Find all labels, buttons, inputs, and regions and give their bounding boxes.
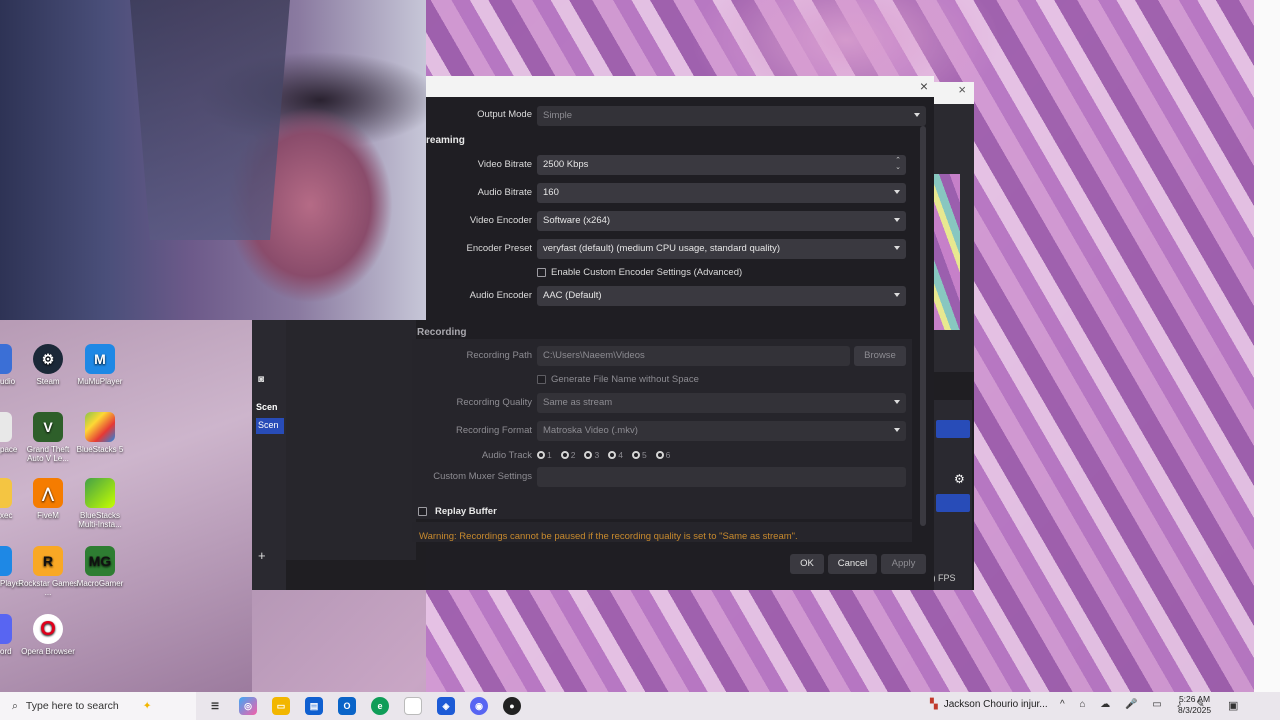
- audio-track-group: 1 2 3 4 5 6: [537, 450, 670, 460]
- bitrate-spinner-icon[interactable]: ⌃ ⌄: [895, 157, 901, 171]
- video-encoder-label: Video Encoder: [469, 215, 532, 226]
- add-scene-icon[interactable]: +: [258, 548, 266, 563]
- apply-button[interactable]: Apply: [881, 554, 926, 574]
- bluestacks-icon: [85, 412, 115, 442]
- desktop-icon-macrogamer[interactable]: MG MacroGamer: [70, 546, 130, 588]
- recording-format-select[interactable]: Matroska Video (.mkv): [537, 421, 906, 441]
- macrogamer-icon: MG: [85, 546, 115, 576]
- desktop-icon-bluestacks[interactable]: BlueStacks 5: [70, 412, 130, 454]
- custom-muxer-label: Custom Muxer Settings: [433, 471, 532, 482]
- video-encoder-select[interactable]: Software (x264): [537, 211, 906, 231]
- filename-checkbox[interactable]: [537, 375, 546, 384]
- video-bitrate-label: Video Bitrate: [477, 159, 532, 170]
- audio-bitrate-label: Audio Bitrate: [477, 187, 532, 198]
- audio-track-5[interactable]: 5: [631, 450, 647, 460]
- store-icon[interactable]: ▤: [305, 697, 323, 715]
- webcam-feed: [0, 0, 426, 320]
- edge-icon[interactable]: e: [371, 697, 389, 715]
- copilot-icon[interactable]: ◎: [239, 697, 257, 715]
- output-mode-label: Output Mode: [477, 109, 532, 120]
- notifications-icon[interactable]: ▣: [1228, 699, 1238, 712]
- output-mode-select[interactable]: Simple: [537, 106, 926, 126]
- news-widget[interactable]: ▚ Jackson Chourio injur...: [930, 699, 1048, 710]
- taskbar-search[interactable]: ⌕ Type here to search ✦: [0, 692, 196, 720]
- sources-panel: [286, 320, 416, 560]
- opera-icon: O: [33, 614, 63, 644]
- recording-quality-label: Recording Quality: [456, 397, 532, 408]
- desktop-icon-mumuplayer[interactable]: M MuMuPlayer: [70, 344, 130, 386]
- fivem-icon: ⋀: [33, 478, 63, 508]
- custom-muxer-input[interactable]: [537, 467, 906, 487]
- settings-scrollbar[interactable]: [920, 126, 926, 526]
- control-button-2[interactable]: [936, 494, 970, 512]
- desktop-icon-rockstar[interactable]: R Rockstar Games ...: [18, 546, 78, 597]
- audio-encoder-label: Audio Encoder: [469, 290, 532, 301]
- custom-encoder-checkbox[interactable]: [537, 268, 546, 277]
- desktop-icon-steam[interactable]: ⚙ Steam: [18, 344, 78, 386]
- warning-message: Warning: Recordings cannot be paused if …: [419, 531, 798, 542]
- mumu-icon: M: [85, 344, 115, 374]
- audio-track-3[interactable]: 3: [584, 450, 599, 460]
- streaming-section-header: reaming: [426, 135, 465, 146]
- recording-section-header: Recording: [417, 327, 467, 338]
- audio-track-label: Audio Track: [481, 450, 532, 461]
- outlook-icon[interactable]: O: [338, 697, 356, 715]
- recording-format-label: Recording Format: [455, 425, 532, 436]
- audio-encoder-select[interactable]: AAC (Default): [537, 286, 906, 306]
- background-strip: [1254, 0, 1280, 692]
- custom-encoder-checkbox-row[interactable]: Enable Custom Encoder Settings (Advanced…: [537, 267, 742, 278]
- audio-track-1[interactable]: 1: [537, 450, 552, 460]
- scenes-header: Scen: [256, 402, 278, 412]
- desktop-icon-opera[interactable]: O Opera Browser: [18, 614, 78, 656]
- ghost-close-icon[interactable]: ×: [958, 82, 966, 97]
- preview-thumbnail: [934, 174, 960, 330]
- steam-icon: ⚙: [33, 344, 63, 374]
- search-icon: ⌕: [12, 699, 18, 712]
- encoder-preset-select[interactable]: veryfast (default) (medium CPU usage, st…: [537, 239, 906, 259]
- obs-left-column: ◙ +: [252, 320, 286, 590]
- audio-bitrate-select[interactable]: 160: [537, 183, 906, 203]
- ok-button[interactable]: OK: [790, 554, 824, 574]
- replay-buffer-checkbox[interactable]: [418, 507, 427, 516]
- recording-path-input[interactable]: C:\Users\Naeem\Videos: [537, 346, 850, 366]
- ghost-dialog-titlebar: ×: [932, 82, 974, 104]
- browse-button[interactable]: Browse: [854, 346, 906, 366]
- bluestacks-multi-icon: [85, 478, 115, 508]
- close-icon[interactable]: ×: [920, 78, 928, 94]
- filename-checkbox-row[interactable]: Generate File Name without Space: [537, 374, 699, 385]
- notepad-icon[interactable]: [404, 697, 422, 715]
- desktop-icon-bluestacks-multi[interactable]: BlueStacks Multi-Insta...: [70, 478, 130, 529]
- obs-icon[interactable]: ●: [503, 697, 521, 715]
- rockstar-icon: R: [33, 546, 63, 576]
- audio-track-6[interactable]: 6: [655, 450, 670, 460]
- copilot-sparkle-icon: ✦: [142, 700, 152, 712]
- gaming-chair: [130, 0, 290, 240]
- replay-buffer-row[interactable]: Replay Buffer: [418, 506, 497, 517]
- news-icon: ▚: [930, 699, 938, 710]
- desktop-icon-gta[interactable]: V Grand Theft Auto V Le...: [18, 412, 78, 463]
- recording-quality-select[interactable]: Same as stream: [537, 393, 906, 413]
- cancel-button[interactable]: Cancel: [828, 554, 877, 574]
- discord-icon[interactable]: ◉: [470, 697, 488, 715]
- output-settings-content: Output Mode Simple reaming Video Bitrate…: [412, 97, 926, 553]
- dialog-titlebar: ×: [426, 76, 934, 97]
- task-view-icon[interactable]: ☰: [206, 697, 224, 715]
- desktop-area: udio ⚙ Steam M MuMuPlayer pace V Grand T…: [0, 320, 252, 692]
- gear-icon[interactable]: ⚙: [954, 472, 965, 486]
- app-icon[interactable]: ◈: [437, 697, 455, 715]
- settings-dialog: × Output Mode Simple reaming Video Bitra…: [412, 76, 934, 590]
- scene-item-selected[interactable]: Scen: [256, 418, 284, 434]
- taskbar: ⌕ Type here to search ✦ ☰ ◎ ▭ ▤ O e ◈ ◉ …: [0, 692, 1280, 720]
- control-button-1[interactable]: [936, 420, 970, 438]
- gta-icon: V: [33, 412, 63, 442]
- camera-icon[interactable]: ◙: [258, 374, 264, 385]
- file-explorer-icon[interactable]: ▭: [272, 697, 290, 715]
- video-bitrate-input[interactable]: 2500 Kbps ⌃ ⌄: [537, 155, 906, 175]
- audio-track-2[interactable]: 2: [560, 450, 575, 460]
- recording-path-label: Recording Path: [466, 350, 532, 361]
- clock[interactable]: 5:26 AM 8/3/2025: [1178, 694, 1211, 716]
- desktop-icon-fivem[interactable]: ⋀ FiveM: [18, 478, 78, 520]
- audio-track-4[interactable]: 4: [608, 450, 623, 460]
- encoder-preset-label: Encoder Preset: [466, 243, 532, 254]
